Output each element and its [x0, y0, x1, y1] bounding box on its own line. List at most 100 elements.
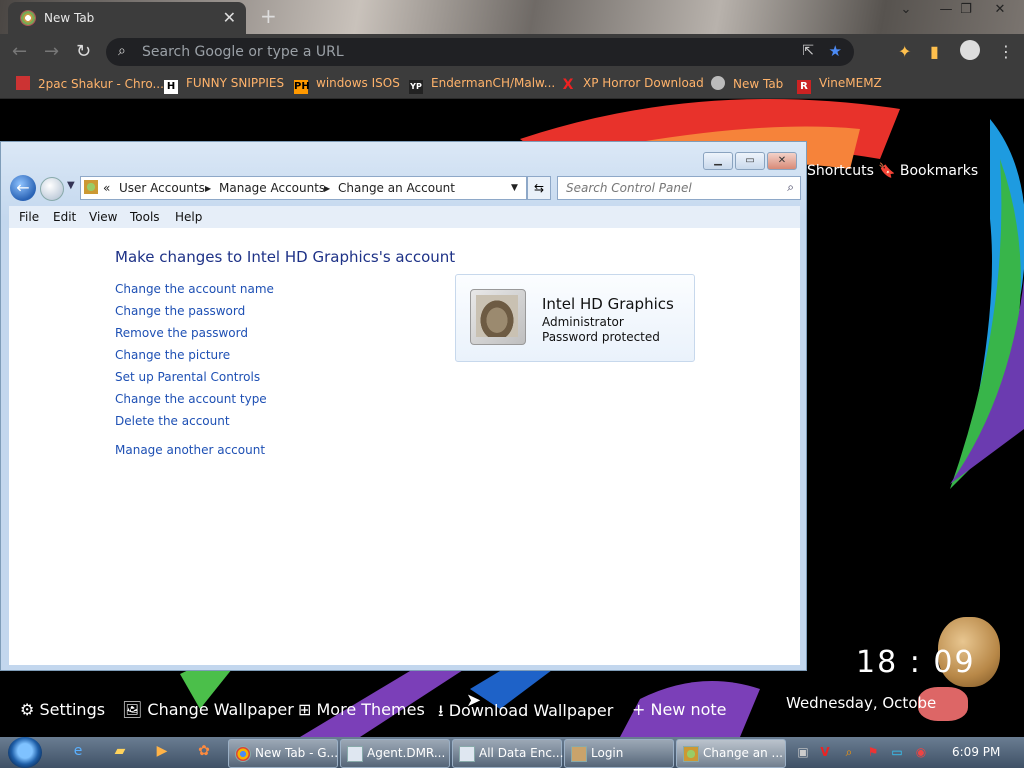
- bookmark-star-icon[interactable]: ★: [829, 42, 842, 60]
- ntp-date: Wednesday, Octobe: [786, 694, 937, 712]
- breadcrumb-change-an-account[interactable]: Change an Account: [338, 181, 455, 195]
- bookmark-label: 2pac Shakur - Chro...: [38, 77, 164, 91]
- profile-avatar-icon[interactable]: [960, 40, 980, 60]
- window-icon: [347, 746, 363, 762]
- menu-edit[interactable]: Edit: [53, 210, 76, 224]
- restore-icon[interactable]: ❐: [950, 0, 982, 20]
- user-accounts-icon: [683, 746, 699, 762]
- taskbar-label: Agent.DMR...: [367, 746, 446, 760]
- forward-icon[interactable]: →: [44, 41, 59, 62]
- image-icon: 🖼: [122, 700, 143, 719]
- back-arrow-icon[interactable]: ←: [10, 175, 36, 201]
- menu-tools[interactable]: Tools: [130, 210, 160, 224]
- internet-explorer-icon[interactable]: e: [68, 743, 88, 761]
- tray-volume-icon[interactable]: ◉: [914, 745, 928, 759]
- delete-account-link[interactable]: Delete the account: [115, 414, 230, 428]
- forward-arrow-icon[interactable]: [40, 177, 64, 201]
- tray-network-icon[interactable]: ▭: [890, 745, 904, 759]
- tray-flag-icon[interactable]: ⚑: [866, 745, 880, 759]
- account-picture: [470, 289, 526, 345]
- close-window-button[interactable]: ✕: [767, 152, 797, 170]
- omnibox[interactable]: ⌕ Search Google or type a URL ⇱ ★: [106, 38, 854, 66]
- bookmarks-link[interactable]: 🔖 Bookmarks: [878, 163, 978, 179]
- bookmark-item[interactable]: X XP Horror Download: [561, 76, 704, 92]
- tab-search-icon[interactable]: ⌄: [890, 0, 922, 20]
- download-icon: ⭳: [438, 701, 444, 720]
- breadcrumb-user-accounts[interactable]: User Accounts: [119, 181, 205, 195]
- reload-icon[interactable]: ↻: [76, 41, 91, 62]
- address-bar[interactable]: « User Accounts ▶ Manage Accounts ▶ Chan…: [80, 176, 527, 200]
- tray-app-icon[interactable]: ▣: [796, 745, 810, 759]
- new-note-button[interactable]: + New note: [632, 700, 727, 719]
- start-button[interactable]: [8, 737, 42, 768]
- bookmarks-bar: 2pac Shakur - Chro... H FUNNY SNIPPIES PH…: [0, 70, 1024, 99]
- download-wallpaper-button[interactable]: ⭳ Download Wallpaper: [438, 700, 613, 727]
- new-tab-button[interactable]: +: [260, 4, 277, 28]
- change-account-type-link[interactable]: Change the account type: [115, 392, 267, 406]
- breadcrumb-separator-icon[interactable]: ▶: [324, 184, 330, 193]
- extensions-icon[interactable]: ✦: [898, 42, 911, 61]
- cat-picture-icon: [476, 295, 518, 337]
- close-tab-icon[interactable]: ✕: [223, 8, 236, 27]
- breadcrumb-manage-accounts[interactable]: Manage Accounts: [219, 181, 325, 195]
- bookmark-label: EndermanCH/Malw...: [431, 76, 556, 90]
- change-wallpaper-button[interactable]: 🖼 Change Wallpaper: [122, 700, 294, 719]
- change-picture-link[interactable]: Change the picture: [115, 348, 230, 362]
- manage-another-account-link[interactable]: Manage another account: [115, 443, 265, 457]
- bookmark-item[interactable]: YP EndermanCH/Malw...: [409, 76, 555, 94]
- taskbar-clock[interactable]: 6:09 PM: [952, 745, 1000, 759]
- breadcrumb-overflow[interactable]: «: [103, 181, 110, 195]
- more-themes-button[interactable]: ⊞ More Themes: [298, 700, 425, 719]
- taskbar-label: Change an ...: [703, 746, 783, 760]
- explorer-folder-icon[interactable]: ▰: [110, 743, 130, 761]
- maximize-window-button[interactable]: ▭: [735, 152, 765, 170]
- change-password-link[interactable]: Change the password: [115, 304, 245, 318]
- remove-password-link[interactable]: Remove the password: [115, 326, 248, 340]
- tray-v-icon[interactable]: V: [818, 745, 832, 759]
- search-icon: ⌕: [118, 43, 126, 59]
- app-icon[interactable]: ✿: [194, 743, 214, 761]
- bookmark-item[interactable]: New Tab: [711, 76, 783, 91]
- parental-controls-link[interactable]: Set up Parental Controls: [115, 370, 260, 384]
- search-control-panel-input[interactable]: Search Control Panel ⌕: [557, 176, 801, 200]
- side-panel-icon[interactable]: ▮: [930, 42, 939, 61]
- share-icon[interactable]: ⇱: [802, 43, 814, 59]
- address-dropdown-icon[interactable]: ▼: [511, 183, 518, 193]
- x-favicon-icon: X: [562, 77, 574, 93]
- tab-title: New Tab: [44, 11, 95, 25]
- bookmark-icon: 🔖: [878, 163, 896, 179]
- taskbar-button[interactable]: Agent.DMR...: [340, 739, 450, 768]
- ntp-clock: 18 : 09: [856, 645, 976, 680]
- close-window-icon[interactable]: ✕: [984, 0, 1016, 20]
- menu-kebab-icon[interactable]: ⋮: [998, 42, 1014, 61]
- menu-file[interactable]: File: [19, 210, 39, 224]
- change-account-name-link[interactable]: Change the account name: [115, 282, 274, 296]
- bookmark-item[interactable]: 2pac Shakur - Chro...: [16, 76, 164, 91]
- account-card: Intel HD Graphics Administrator Password…: [455, 274, 695, 362]
- taskbar-button[interactable]: New Tab - G...: [228, 739, 338, 768]
- browser-tab[interactable]: New Tab ✕: [8, 2, 246, 34]
- bookmark-item[interactable]: H FUNNY SNIPPIES: [164, 76, 284, 94]
- menu-help[interactable]: Help: [175, 210, 202, 224]
- breadcrumb-separator-icon[interactable]: ▶: [205, 184, 211, 193]
- media-player-icon[interactable]: ▶: [152, 743, 172, 761]
- taskbar-label: Login: [591, 746, 624, 760]
- settings-button[interactable]: ⚙ Settings: [20, 700, 105, 719]
- menu-view[interactable]: View: [89, 210, 117, 224]
- taskbar-button[interactable]: Change an ...: [676, 739, 786, 768]
- user-icon: [571, 746, 587, 762]
- taskbar-button[interactable]: Login: [564, 739, 674, 768]
- bookmark-label: FUNNY SNIPPIES: [186, 76, 285, 90]
- recent-pages-chevron-icon[interactable]: ▼: [67, 180, 75, 191]
- taskbar-button[interactable]: All Data Enc...: [452, 739, 563, 768]
- minimize-window-button[interactable]: ▁: [703, 152, 733, 170]
- bookmark-item[interactable]: PH windows ISOS: [294, 76, 400, 94]
- shortcuts-link[interactable]: Shortcuts: [807, 163, 874, 179]
- bookmark-item[interactable]: R VineMEMZ: [797, 76, 882, 94]
- refresh-button[interactable]: ⇆: [527, 176, 551, 200]
- refresh-icon: ⇆: [533, 181, 545, 195]
- omnibox-placeholder: Search Google or type a URL: [142, 44, 344, 60]
- bookmark-label: New Tab: [733, 77, 784, 91]
- back-icon[interactable]: ←: [12, 41, 27, 62]
- tray-search-icon[interactable]: ⌕: [842, 745, 856, 759]
